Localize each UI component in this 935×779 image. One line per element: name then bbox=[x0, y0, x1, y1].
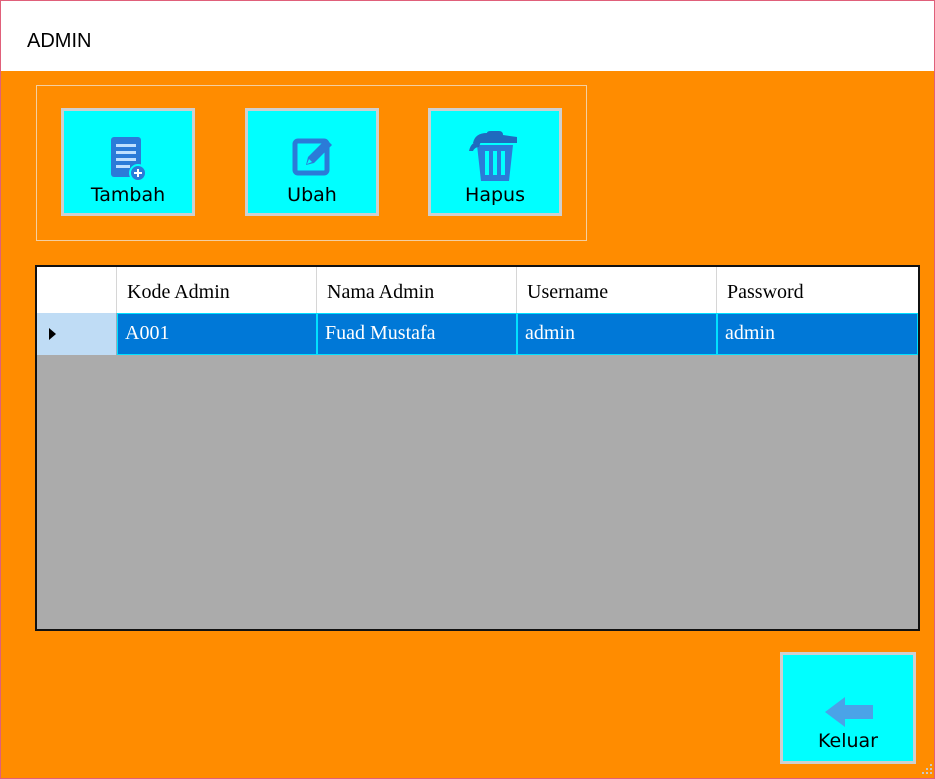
cell-nama-admin[interactable]: Fuad Mustafa bbox=[317, 313, 517, 355]
current-row-arrow-icon bbox=[49, 328, 56, 340]
column-header-username[interactable]: Username bbox=[517, 267, 717, 313]
add-button-label: Tambah bbox=[90, 184, 166, 206]
edit-button[interactable]: Ubah bbox=[245, 108, 379, 216]
grid-header: Kode Admin Nama Admin Username Password bbox=[37, 267, 918, 313]
edit-icon bbox=[292, 138, 332, 176]
add-document-icon bbox=[111, 137, 147, 182]
cell-kode-admin[interactable]: A001 bbox=[117, 313, 317, 355]
resize-grip-icon[interactable] bbox=[921, 763, 933, 775]
column-header-nama-admin[interactable]: Nama Admin bbox=[317, 267, 517, 313]
edit-button-label: Ubah bbox=[287, 184, 337, 206]
header-corner-cell[interactable] bbox=[37, 267, 117, 313]
column-header-kode-admin[interactable]: Kode Admin bbox=[117, 267, 317, 313]
title-bar: ADMIN bbox=[1, 1, 934, 71]
cell-username[interactable]: admin bbox=[517, 313, 717, 355]
trash-icon bbox=[469, 131, 517, 181]
back-arrow-icon bbox=[825, 697, 873, 727]
window-title: ADMIN bbox=[27, 30, 92, 52]
admin-data-grid[interactable]: Kode Admin Nama Admin Username Password … bbox=[35, 265, 920, 631]
row-header[interactable] bbox=[37, 313, 117, 355]
exit-button[interactable]: Keluar bbox=[780, 652, 916, 764]
delete-button[interactable]: Hapus bbox=[428, 108, 562, 216]
add-button[interactable]: Tambah bbox=[61, 108, 195, 216]
delete-button-label: Hapus bbox=[465, 184, 525, 206]
exit-button-label: Keluar bbox=[818, 730, 878, 752]
column-header-password[interactable]: Password bbox=[717, 267, 918, 313]
cell-password[interactable]: admin bbox=[717, 313, 918, 355]
table-row[interactable]: A001 Fuad Mustafa admin admin bbox=[37, 313, 918, 355]
admin-window: ADMIN Tambah Ubah Hapus Kode Admin Nama … bbox=[0, 0, 935, 779]
